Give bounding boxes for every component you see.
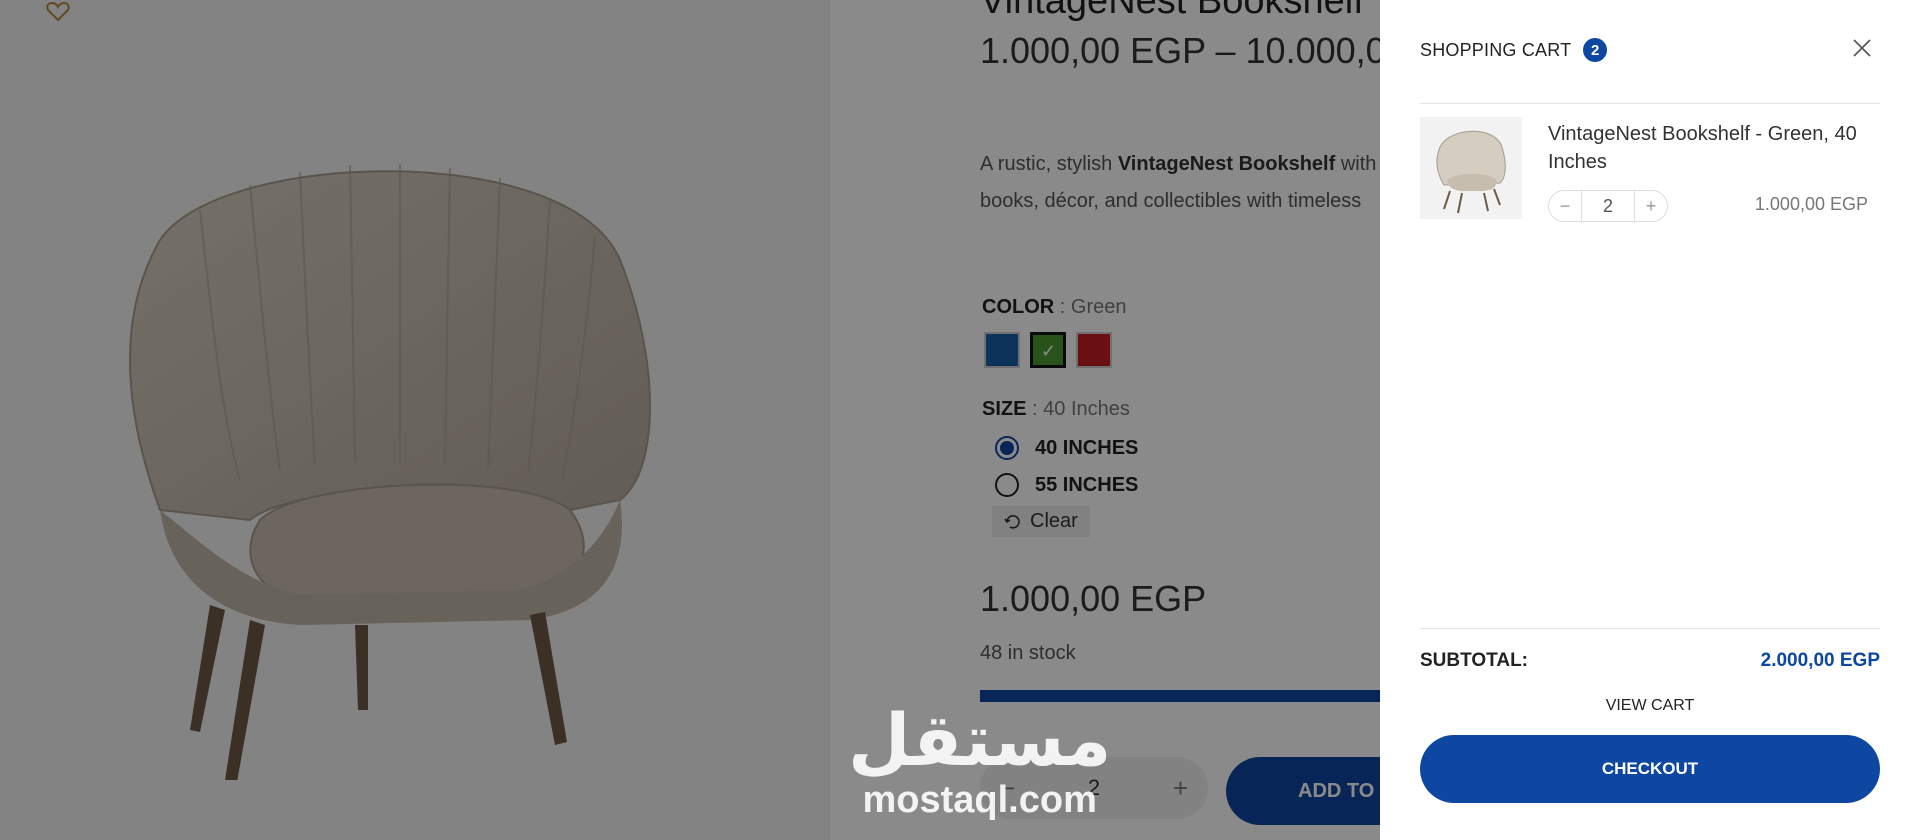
cart-title: SHOPPING CART xyxy=(1420,39,1572,60)
page-overlay[interactable] xyxy=(0,0,1380,840)
plus-icon[interactable]: + xyxy=(1635,196,1667,217)
cart-item-quantity-stepper: − 2 + xyxy=(1548,190,1668,222)
watermark-arabic: مستقل xyxy=(848,698,1112,782)
cart-count-badge: 2 xyxy=(1583,38,1608,62)
watermark: مستقل mostaql.com xyxy=(848,700,1111,820)
divider xyxy=(1420,628,1880,629)
minus-icon[interactable]: − xyxy=(1549,196,1581,217)
watermark-latin: mostaql.com xyxy=(862,779,1097,821)
close-icon[interactable] xyxy=(1850,36,1874,60)
cart-item-price: 1.000,00 EGP xyxy=(1754,194,1868,214)
cart-item-thumbnail[interactable] xyxy=(1420,117,1522,219)
cart-header: SHOPPING CART 2 xyxy=(1420,38,1608,62)
product-page: VintageNest Bookshelf 1.000,00 EGP – 10.… xyxy=(0,0,1380,840)
cart-item-name[interactable]: VintageNest Bookshelf - Green, 40 Inches xyxy=(1548,120,1868,176)
subtotal-label: SUBTOTAL: xyxy=(1420,650,1529,671)
checkout-button[interactable]: CHECKOUT xyxy=(1420,735,1880,803)
cart-drawer: SHOPPING CART 2 VintageNest Bookshelf - … xyxy=(1380,0,1918,840)
view-cart-link[interactable]: VIEW CART xyxy=(1420,697,1880,715)
divider xyxy=(1420,103,1880,104)
cart-item-quantity[interactable]: 2 xyxy=(1581,191,1635,221)
subtotal-value: 2.000,00 EGP xyxy=(1760,650,1880,671)
